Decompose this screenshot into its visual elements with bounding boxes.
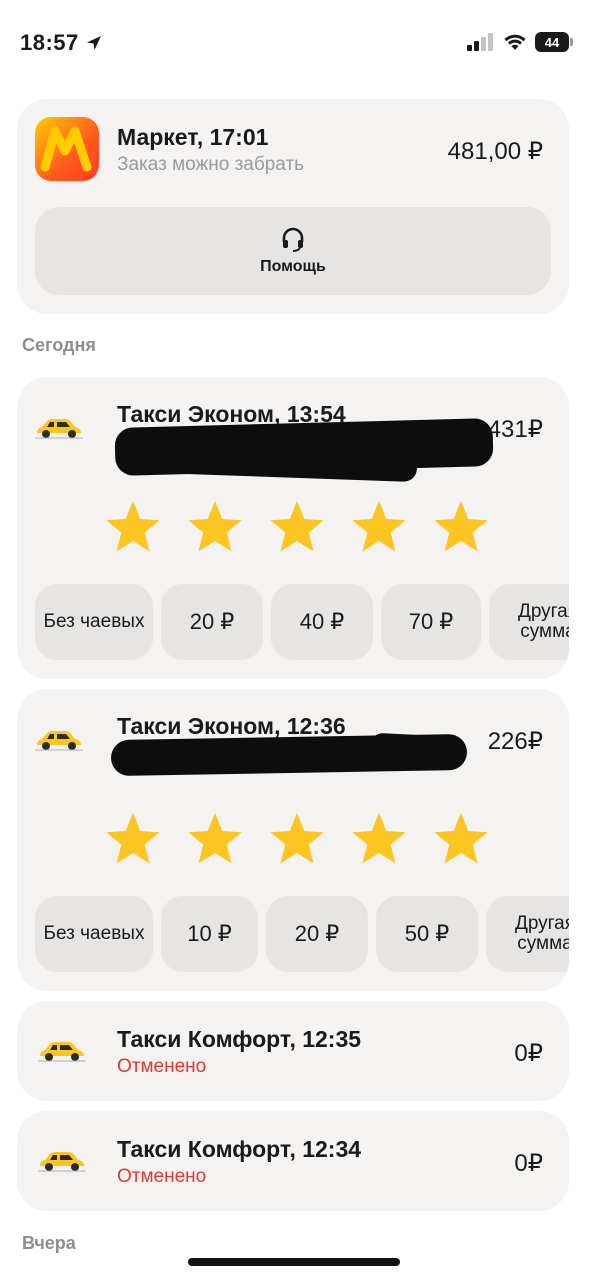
star-icon[interactable] xyxy=(349,810,409,870)
market-order-title: Маркет, 17:01 xyxy=(117,124,269,150)
section-title-today: Сегодня xyxy=(22,335,96,355)
ride-card[interactable]: Такси Эконом, 13:54 431₽ Без чаевых 20 ₽… xyxy=(17,377,569,679)
home-indicator[interactable] xyxy=(188,1258,400,1266)
taxi-car-icon xyxy=(35,419,83,439)
star-icon[interactable] xyxy=(185,810,245,870)
tip-option[interactable]: 20 ₽ xyxy=(161,584,263,660)
ride-price: 431₽ xyxy=(487,416,543,443)
taxi-car-icon xyxy=(35,731,83,751)
tip-option[interactable]: 70 ₽ xyxy=(381,584,481,660)
battery-indicator: 44 xyxy=(535,32,573,52)
help-button[interactable]: Помощь xyxy=(35,207,551,295)
tip-option-custom[interactable]: Другая сумма xyxy=(489,584,569,660)
status-time: 18:57 xyxy=(20,30,103,56)
headset-icon xyxy=(282,227,304,252)
ride-price: 0₽ xyxy=(514,1040,543,1067)
tip-option[interactable]: 10 ₽ xyxy=(161,896,258,972)
market-order-price: 481,00 ₽ xyxy=(447,138,543,165)
ride-card-cancelled[interactable]: Такси Комфорт, 12:35 Отменено 0₽ xyxy=(17,1001,569,1101)
location-arrow-icon xyxy=(86,36,101,50)
ride-card-cancelled[interactable]: Такси Комфорт, 12:34 Отменено 0₽ xyxy=(17,1111,569,1211)
cellular-signal-icon xyxy=(467,33,493,51)
status-bar: 18:57 44 xyxy=(0,0,591,90)
tip-option[interactable]: 50 ₽ xyxy=(376,896,478,972)
rating-stars[interactable] xyxy=(103,498,491,558)
help-label: Помощь xyxy=(260,258,326,275)
taxi-car-icon xyxy=(38,1042,86,1062)
tip-option-custom[interactable]: Другая сумма xyxy=(486,896,569,972)
tip-option[interactable]: 20 ₽ xyxy=(266,896,368,972)
star-icon[interactable] xyxy=(103,810,163,870)
ride-status-cancelled: Отменено xyxy=(117,1056,207,1077)
star-icon[interactable] xyxy=(103,498,163,558)
tip-options: Без чаевых 10 ₽ 20 ₽ 50 ₽ Другая сумма xyxy=(35,896,569,972)
star-icon[interactable] xyxy=(431,498,491,558)
star-icon[interactable] xyxy=(349,498,409,558)
ride-title: Такси Комфорт, 12:34 xyxy=(117,1136,362,1162)
ride-card[interactable]: Такси Эконом, 12:36 226₽ Без чаевых 10 ₽… xyxy=(17,689,569,991)
ride-price: 0₽ xyxy=(514,1150,543,1177)
tip-options: Без чаевых 20 ₽ 40 ₽ 70 ₽ Другая сумма xyxy=(35,584,569,660)
tip-option-none[interactable]: Без чаевых xyxy=(35,896,153,972)
ride-title: Такси Комфорт, 12:35 xyxy=(117,1026,362,1052)
star-icon[interactable] xyxy=(185,498,245,558)
clock: 18:57 xyxy=(20,30,79,55)
ride-status-cancelled: Отменено xyxy=(117,1166,207,1187)
market-order-card[interactable]: Маркет, 17:01 Заказ можно забрать 481,00… xyxy=(17,99,569,314)
rating-stars[interactable] xyxy=(103,810,491,870)
star-icon[interactable] xyxy=(431,810,491,870)
taxi-car-icon xyxy=(38,1152,86,1172)
status-icons: 44 xyxy=(467,32,573,52)
ride-price: 226₽ xyxy=(487,728,543,755)
wifi-icon xyxy=(504,34,526,50)
section-title-yesterday: Вчера xyxy=(22,1233,76,1253)
tip-option-none[interactable]: Без чаевых xyxy=(35,584,153,660)
market-logo-icon xyxy=(35,117,99,181)
star-icon[interactable] xyxy=(267,810,327,870)
tip-option[interactable]: 40 ₽ xyxy=(271,584,373,660)
star-icon[interactable] xyxy=(267,498,327,558)
market-order-status: Заказ можно забрать xyxy=(117,154,305,175)
redacted-scribble xyxy=(368,732,466,766)
